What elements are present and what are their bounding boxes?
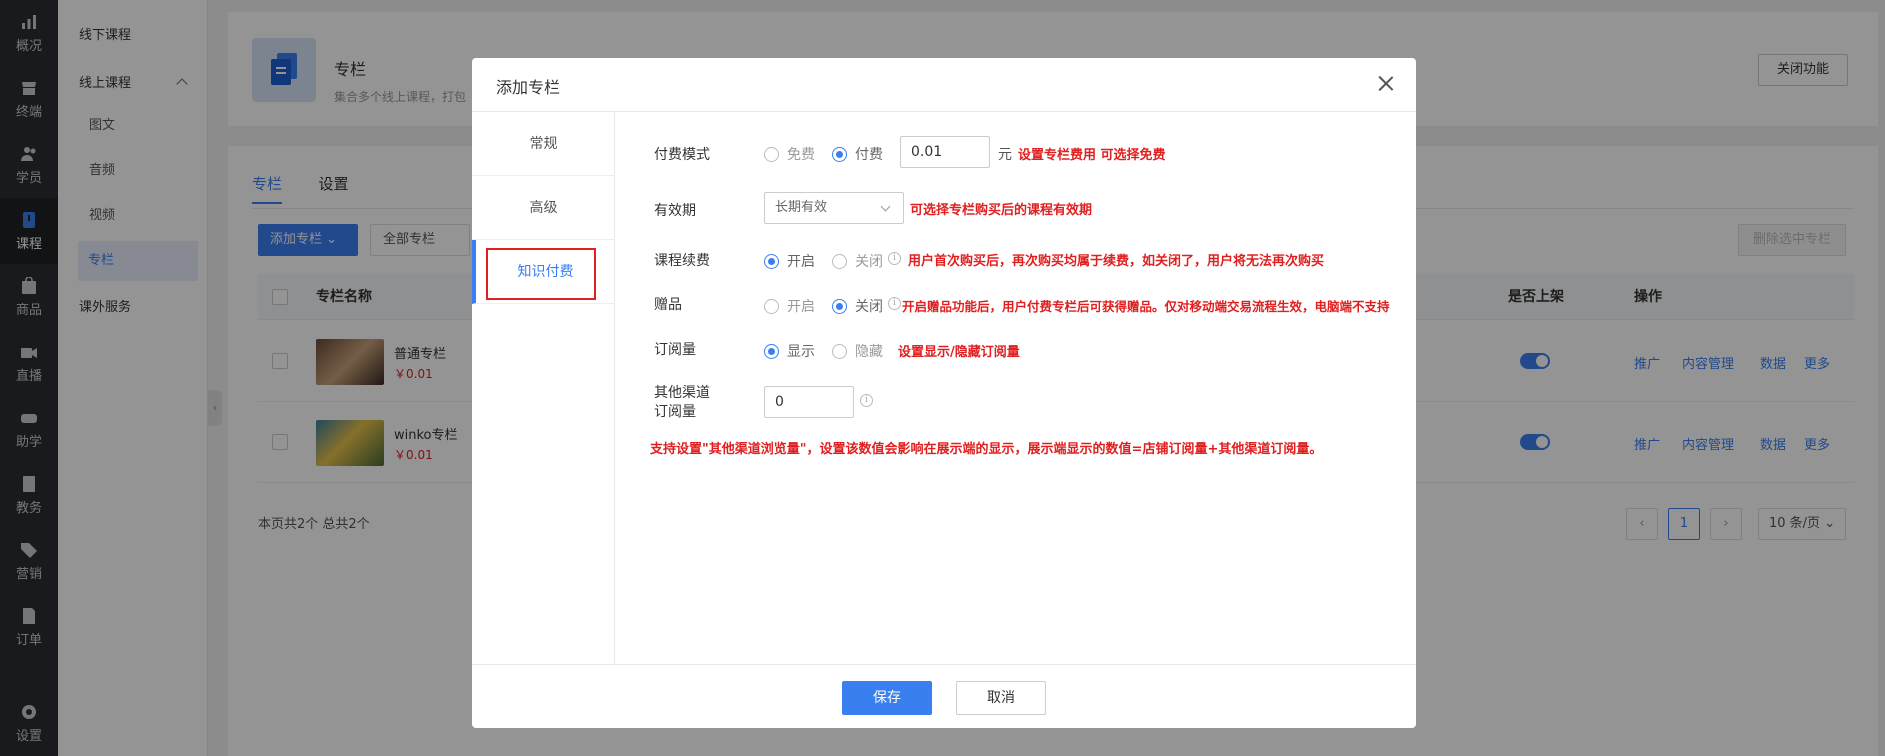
save-button[interactable]: 保存 bbox=[842, 681, 932, 715]
pay-mode-note: 设置专栏费用 可选择免费 bbox=[1018, 148, 1166, 163]
modal-tab-advanced[interactable]: 高级 bbox=[472, 176, 615, 240]
highlight-box bbox=[486, 248, 596, 300]
pay-paid-radio[interactable]: 付费 bbox=[832, 144, 883, 164]
add-column-modal: 添加专栏 常规 高级 知识付费 付费模式 免费 付费 0.01 元 设置专栏费用… bbox=[472, 58, 1416, 728]
gift-off-radio[interactable]: 关闭 bbox=[832, 296, 883, 316]
renew-off-radio[interactable]: 关闭 bbox=[832, 251, 883, 271]
validity-select[interactable]: 长期有效 bbox=[764, 192, 904, 224]
radio-dot bbox=[832, 343, 847, 359]
radio-dot bbox=[832, 253, 847, 269]
radio-dot bbox=[764, 253, 779, 269]
info-icon[interactable]: i bbox=[888, 252, 901, 265]
gift-label: 赠品 bbox=[654, 297, 682, 313]
renew-note: 用户首次购买后，再次购买均属于续费，如关闭了，用户将无法再次购买 bbox=[908, 254, 1325, 269]
other-note: 支持设置"其他渠道浏览量"，设置该数值会影响在展示端的显示，展示端显示的数值=店… bbox=[650, 442, 1323, 457]
radio-dot bbox=[832, 146, 847, 162]
gift-note: 开启赠品功能后，用户付费专栏后可获得赠品。仅对移动端交易流程生效，电脑端不支持 bbox=[902, 299, 1390, 314]
renew-on-radio[interactable]: 开启 bbox=[764, 251, 815, 271]
subs-note: 设置显示/隐藏订阅量 bbox=[898, 345, 1020, 360]
pay-free-radio[interactable]: 免费 bbox=[764, 144, 815, 164]
radio-dot bbox=[832, 298, 847, 314]
other-label: 其他渠道 订阅量 bbox=[654, 384, 710, 422]
validity-label: 有效期 bbox=[654, 203, 696, 219]
pay-mode-label: 付费模式 bbox=[654, 147, 710, 163]
other-label-line2: 订阅量 bbox=[654, 404, 696, 420]
subs-show-radio[interactable]: 显示 bbox=[764, 341, 815, 361]
info-icon[interactable]: i bbox=[888, 297, 901, 310]
cancel-button[interactable]: 取消 bbox=[956, 681, 1046, 715]
radio-dot bbox=[764, 146, 779, 162]
radio-dot bbox=[764, 298, 779, 314]
modal-tab-general[interactable]: 常规 bbox=[472, 112, 615, 176]
modal-footer-divider bbox=[472, 664, 1416, 665]
close-icon[interactable] bbox=[1374, 72, 1398, 96]
info-icon[interactable]: i bbox=[860, 394, 873, 407]
gift-on-radio[interactable]: 开启 bbox=[764, 296, 815, 316]
other-label-line1: 其他渠道 bbox=[654, 385, 710, 401]
price-input[interactable]: 0.01 bbox=[900, 136, 990, 168]
modal-title: 添加专栏 bbox=[496, 78, 561, 97]
renew-label: 课程续费 bbox=[654, 253, 710, 269]
radio-dot bbox=[764, 343, 779, 359]
chevron-down-icon bbox=[880, 201, 891, 212]
subs-hide-radio[interactable]: 隐藏 bbox=[832, 341, 883, 361]
price-unit: 元 bbox=[998, 147, 1012, 163]
validity-note: 可选择专栏购买后的课程有效期 bbox=[910, 203, 1093, 218]
other-channel-input[interactable]: 0 bbox=[764, 386, 854, 418]
modal-tabs: 常规 高级 知识付费 bbox=[472, 112, 615, 664]
subs-label: 订阅量 bbox=[654, 342, 696, 358]
